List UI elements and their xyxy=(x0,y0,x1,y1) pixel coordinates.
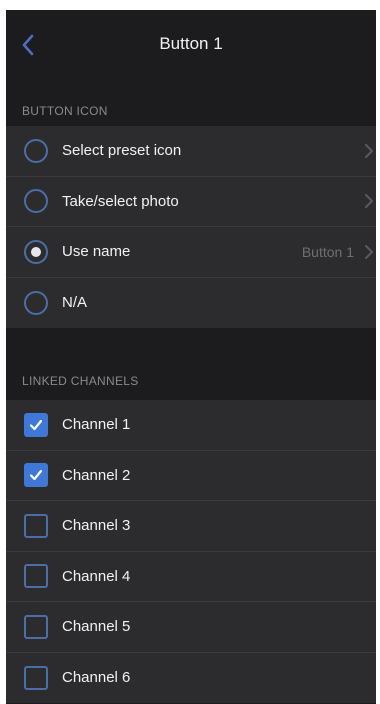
radio-button[interactable] xyxy=(24,189,48,214)
checkmark-icon xyxy=(29,470,43,481)
page-title: Button 1 xyxy=(159,34,223,53)
option-value: Button 1 xyxy=(301,243,354,260)
channel-row-1[interactable]: Channel 1 xyxy=(6,400,376,451)
radio-button-selected[interactable] xyxy=(24,239,48,264)
channel-row-4[interactable]: Channel 4 xyxy=(6,551,376,602)
checkbox-unchecked[interactable] xyxy=(24,614,48,639)
chevron-right-icon xyxy=(365,244,373,259)
option-row-select-preset-icon[interactable]: Select preset icon xyxy=(6,126,376,177)
option-label: Use name xyxy=(62,243,131,261)
channel-row-2[interactable]: Channel 2 xyxy=(6,450,376,501)
option-row-use-name[interactable]: Use name Button 1 xyxy=(6,227,376,278)
navigation-bar: Button 1 xyxy=(6,10,376,76)
channel-label: Channel 4 xyxy=(62,567,131,585)
option-label: Select preset icon xyxy=(62,142,182,160)
checkbox-unchecked[interactable] xyxy=(24,564,48,589)
checkbox-checked[interactable] xyxy=(24,412,48,437)
option-label: Take/select photo xyxy=(62,192,179,210)
channel-row-6[interactable]: Channel 6 xyxy=(6,652,376,703)
option-row-na[interactable]: N/A xyxy=(6,277,376,328)
radio-button[interactable] xyxy=(24,290,48,315)
channel-label: Channel 6 xyxy=(62,669,131,687)
channel-label: Channel 3 xyxy=(62,517,131,535)
settings-screen: Button 1 BUTTON ICON Select preset icon … xyxy=(6,10,376,704)
channel-row-3[interactable]: Channel 3 xyxy=(6,501,376,552)
checkbox-unchecked[interactable] xyxy=(24,665,48,690)
channel-label: Channel 5 xyxy=(62,618,131,636)
section-header-linked-channels: LINKED CHANNELS xyxy=(6,328,376,400)
radio-button[interactable] xyxy=(24,138,48,163)
channel-label: Channel 2 xyxy=(62,466,131,484)
option-row-take-select-photo[interactable]: Take/select photo xyxy=(6,176,376,227)
checkbox-checked[interactable] xyxy=(24,463,48,488)
chevron-right-icon xyxy=(365,194,373,209)
checkmark-icon xyxy=(29,419,43,430)
section-header-button-icon: BUTTON ICON xyxy=(6,76,376,126)
checkbox-unchecked[interactable] xyxy=(24,513,48,538)
channel-label: Channel 1 xyxy=(62,416,131,434)
chevron-right-icon xyxy=(365,143,373,158)
option-label: N/A xyxy=(62,294,88,312)
channel-row-5[interactable]: Channel 5 xyxy=(6,602,376,653)
